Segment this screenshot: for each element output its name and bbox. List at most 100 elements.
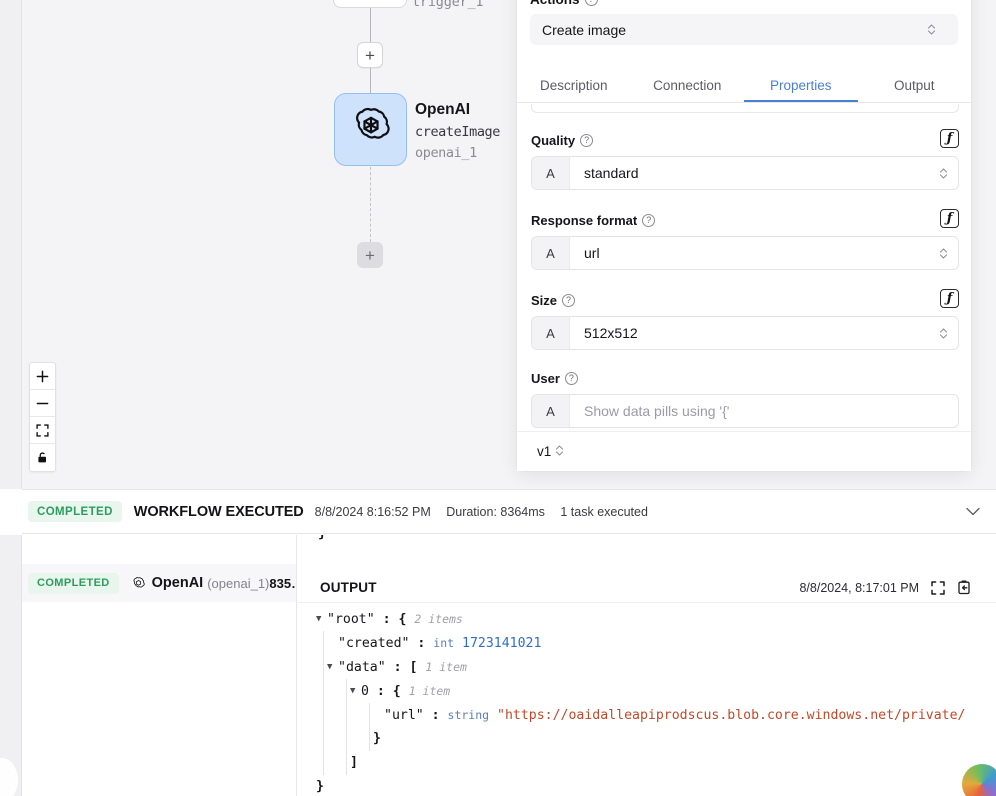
connector-trigger-to-add — [370, 8, 371, 42]
action-select[interactable]: Create image — [530, 14, 958, 45]
json-row[interactable]: "created" : int 1723141021 — [316, 631, 996, 655]
input-value-size: 512x512 — [570, 317, 928, 349]
input-type-indicator: A — [532, 395, 570, 427]
chevron-down-icon[interactable] — [966, 504, 980, 519]
help-icon-actions[interactable]: ? — [585, 0, 598, 6]
expression-toggle-size[interactable]: ƒ — [940, 289, 959, 308]
json-row[interactable]: "url" : string "https://oaidalleapiprods… — [316, 703, 996, 727]
execution-status-bar[interactable]: COMPLETED WORKFLOW EXECUTED 8/8/2024 8:1… — [22, 489, 996, 534]
add-node-button-lower[interactable]: + — [357, 242, 383, 268]
node-version-selector[interactable]: v1 — [517, 431, 971, 471]
chevron-updown-icon — [916, 23, 946, 36]
tab-output[interactable]: Output — [858, 78, 972, 102]
output-header: OUTPUT 8/8/2024, 8:17:01 PM — [298, 573, 996, 603]
json-meta: 1 item — [425, 660, 467, 674]
status-duration: Duration: 8364ms — [446, 505, 545, 519]
decorative-color-wheel — [962, 764, 996, 796]
input-user[interactable]: A Show data pills using '{' — [531, 394, 959, 428]
field-size: Size ? ƒ A 512x512 — [531, 290, 959, 350]
workflow-editor: trigger_1 + OpenAI createImage openai_1 … — [0, 0, 996, 796]
json-punc: } — [373, 731, 381, 746]
tab-connection[interactable]: Connection — [631, 78, 745, 102]
field-label-quality: Quality ? ƒ — [531, 130, 959, 150]
status-meta: 8/8/2024 8:16:52 PM Duration: 8364ms 1 t… — [315, 505, 660, 519]
indent-guide — [323, 703, 324, 727]
canvas-zoom-controls[interactable] — [29, 362, 56, 472]
run-node-id: (openai_1) — [207, 576, 269, 591]
collapse-caret-icon[interactable]: ▼ — [316, 607, 327, 631]
output-title: OUTPUT — [320, 580, 377, 595]
input-type-indicator: A — [532, 157, 570, 189]
expression-toggle-response-format[interactable]: ƒ — [940, 209, 959, 228]
json-meta: 1 item — [409, 684, 451, 698]
trigger-node[interactable] — [333, 0, 407, 8]
zoom-in-icon[interactable] — [30, 363, 55, 390]
collapse-caret-icon[interactable]: ▼ — [327, 655, 338, 679]
field-response-format: Response format ? ƒ A url — [531, 210, 959, 270]
execution-run-list[interactable]: COMPLETED OpenAI (openai_1) 835… — [22, 535, 297, 796]
run-list-item[interactable]: COMPLETED OpenAI (openai_1) 835… — [22, 564, 297, 602]
help-icon-size[interactable]: ? — [562, 294, 575, 307]
chevron-updown-icon[interactable] — [928, 317, 958, 349]
add-node-button-upper[interactable]: + — [357, 42, 383, 68]
tab-properties[interactable]: Properties — [744, 78, 858, 102]
chevron-updown-icon[interactable] — [928, 237, 958, 269]
connector-add-to-node — [370, 68, 371, 93]
panel-fields: Quality ? ƒ A standard Response format ?… — [517, 104, 971, 471]
json-type: string — [448, 708, 490, 722]
field-quality: Quality ? ƒ A standard — [531, 130, 959, 190]
indent-guide — [346, 703, 347, 727]
input-quality[interactable]: A standard — [531, 156, 959, 190]
json-key: "url" — [384, 708, 424, 723]
json-output-viewer[interactable]: ▼"root" : { 2 items "created" : int 1723… — [298, 607, 996, 796]
node-openai[interactable] — [334, 93, 407, 166]
help-icon-quality[interactable]: ? — [580, 134, 593, 147]
json-partial-line: } — [318, 535, 326, 541]
json-row: } — [316, 727, 996, 751]
input-value-user[interactable]: Show data pills using '{' — [570, 395, 958, 427]
indent-guide — [346, 727, 347, 751]
field-clipped-above — [531, 104, 959, 113]
expression-toggle-quality[interactable]: ƒ — [940, 129, 959, 148]
json-row: } — [316, 775, 996, 796]
fit-view-icon[interactable] — [30, 417, 55, 444]
run-node-name: OpenAI — [152, 575, 204, 591]
field-label-response-format: Response format ? ƒ — [531, 210, 959, 230]
node-version-value: v1 — [537, 444, 551, 459]
connector-node-to-add — [370, 167, 371, 242]
workflow-canvas[interactable]: trigger_1 + OpenAI createImage openai_1 … — [0, 0, 996, 489]
tab-description[interactable]: Description — [517, 78, 631, 102]
json-row[interactable]: ▼0 : { 1 item — [316, 679, 996, 703]
collapse-caret-icon[interactable]: ▼ — [350, 679, 361, 703]
indent-guide — [323, 679, 324, 703]
json-key: "root" — [327, 612, 375, 627]
indent-guide — [346, 679, 347, 703]
json-punc: } — [316, 779, 324, 794]
status-timestamp: 8/8/2024 8:16:52 PM — [315, 505, 431, 519]
openai-logo-icon — [348, 104, 394, 155]
output-header-actions: 8/8/2024, 8:17:01 PM — [799, 580, 971, 595]
json-key: 0 — [361, 684, 369, 699]
expand-icon[interactable] — [931, 581, 945, 595]
json-sep: : — [369, 684, 393, 699]
json-row[interactable]: ▼"data" : [ 1 item — [316, 655, 996, 679]
chevron-updown-icon[interactable] — [928, 157, 958, 189]
output-panel: } OUTPUT 8/8/2024, 8:17:01 PM — [298, 535, 996, 796]
output-timestamp: 8/8/2024, 8:17:01 PM — [799, 581, 919, 595]
help-icon-user[interactable]: ? — [565, 372, 578, 385]
lower-rail — [0, 535, 22, 796]
json-punc: { — [393, 684, 401, 699]
actions-label: Actions ? — [530, 0, 598, 7]
json-row[interactable]: ▼"root" : { 2 items — [316, 607, 996, 631]
input-type-indicator: A — [532, 317, 570, 349]
input-size[interactable]: A 512x512 — [531, 316, 959, 350]
input-response-format[interactable]: A url — [531, 236, 959, 270]
action-select-value: Create image — [542, 22, 626, 38]
lock-icon[interactable] — [30, 444, 55, 471]
panel-tabs[interactable]: Description Connection Properties Output — [517, 66, 971, 103]
help-icon-response-format[interactable]: ? — [642, 214, 655, 227]
copy-icon[interactable] — [957, 580, 971, 595]
indent-guide — [323, 631, 324, 655]
zoom-out-icon[interactable] — [30, 390, 55, 417]
json-row: ] — [316, 751, 996, 775]
